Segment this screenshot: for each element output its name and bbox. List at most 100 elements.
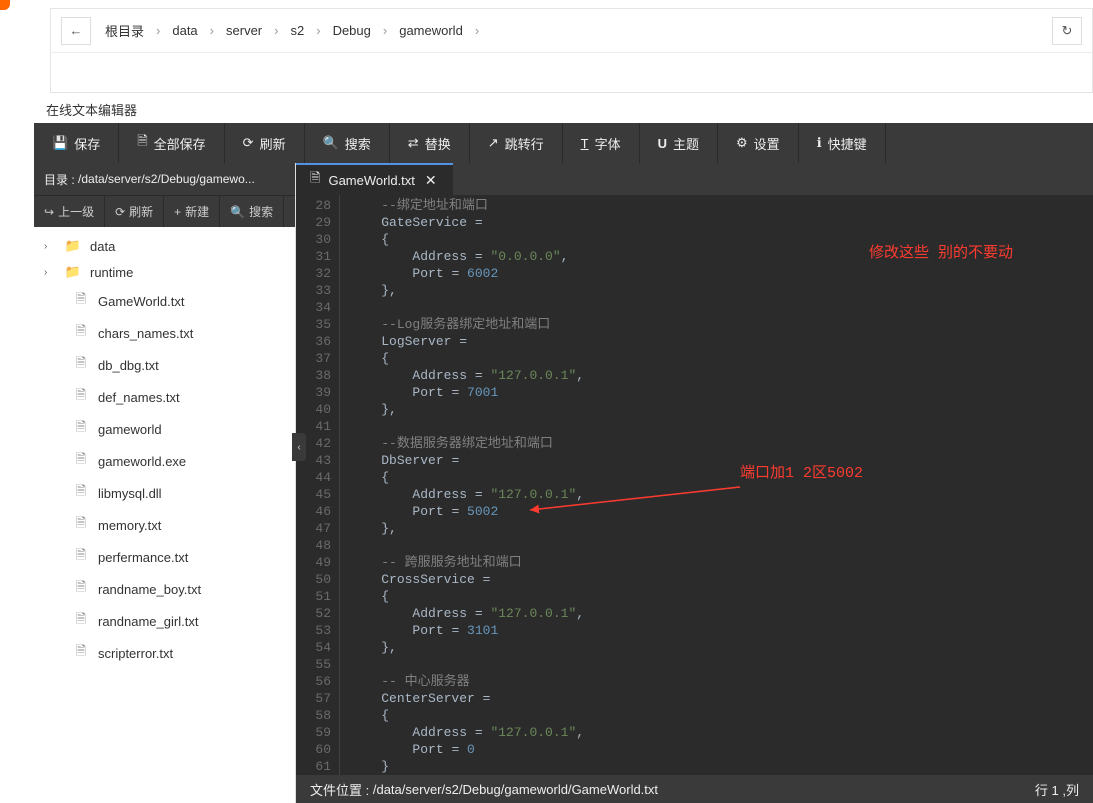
code-line[interactable]: --Log服务器绑定地址和端口 [350, 316, 1093, 333]
file-icon: 🗎 [310, 169, 320, 191]
chevron-right-icon: › [44, 267, 56, 278]
goto-button[interactable]: ↗跳转行 [470, 123, 563, 163]
collapse-sidebar-button[interactable]: ‹ [292, 433, 306, 461]
font-icon: T [581, 136, 589, 151]
tree-file[interactable]: 🗎randname_girl.txt [34, 605, 295, 637]
breadcrumb-item[interactable]: server [218, 23, 270, 38]
tree-file[interactable]: 🗎GameWorld.txt [34, 285, 295, 317]
replace-icon: ⇄ [408, 135, 419, 151]
tree-file[interactable]: 🗎scripterror.txt [34, 637, 295, 669]
code-line[interactable]: -- 跨服服务地址和端口 [350, 554, 1093, 571]
file-tree[interactable]: ›📁data›📁runtime🗎GameWorld.txt🗎chars_name… [34, 227, 295, 803]
theme-button[interactable]: U主题 [640, 123, 718, 163]
tree-label: randname_boy.txt [98, 582, 201, 597]
up-button[interactable]: ↪上一级 [34, 196, 105, 227]
code-line[interactable]: }, [350, 520, 1093, 537]
tree-file[interactable]: 🗎db_dbg.txt [34, 349, 295, 381]
code-line[interactable]: } [350, 758, 1093, 775]
code-line[interactable]: { [350, 469, 1093, 486]
refresh-button[interactable]: ⟳刷新 [225, 123, 305, 163]
tree-folder[interactable]: ›📁data [34, 233, 295, 259]
replace-label: 替换 [425, 134, 451, 153]
back-button[interactable]: ← [61, 17, 91, 45]
tab-gameworld[interactable]: 🗎 GameWorld.txt ✕ [296, 163, 453, 195]
code-line[interactable]: }, [350, 639, 1093, 656]
search-icon: 🔍 [323, 135, 339, 151]
code-editor[interactable]: 2829303132333435363738394041424344454647… [296, 195, 1093, 775]
tree-file[interactable]: 🗎chars_names.txt [34, 317, 295, 349]
tree-file[interactable]: 🗎gameworld [34, 413, 295, 445]
code-line[interactable]: -- 中心服务器 [350, 673, 1093, 690]
file-manager-top: ← 根目录› data› server› s2› Debug› gameworl… [50, 8, 1093, 93]
chevron-right-icon: › [208, 23, 216, 38]
code-line[interactable]: --数据服务器绑定地址和端口 [350, 435, 1093, 452]
side-panel: 目录 : /data/server/s2/Debug/gamewo... ↪上一… [34, 163, 296, 803]
code-line[interactable]: Port = 6002 [350, 265, 1093, 282]
file-icon: 🗎 [72, 482, 90, 504]
new-button[interactable]: +新建 [164, 196, 220, 227]
code-line[interactable]: Port = 3101 [350, 622, 1093, 639]
code-line[interactable]: { [350, 588, 1093, 605]
tree-file[interactable]: 🗎gameworld.exe [34, 445, 295, 477]
code-line[interactable] [350, 656, 1093, 673]
file-icon: 🗎 [72, 610, 90, 632]
code-line[interactable]: GateService = [350, 214, 1093, 231]
close-icon[interactable]: ✕ [423, 172, 439, 189]
gear-icon: ⚙ [736, 135, 748, 151]
tree-file[interactable]: 🗎memory.txt [34, 509, 295, 541]
refresh-button[interactable]: ↻ [1052, 17, 1082, 45]
refresh-tree-button[interactable]: ⟳刷新 [105, 196, 164, 227]
shortcut-button[interactable]: ℹ快捷键 [799, 123, 886, 163]
chevron-right-icon: › [314, 23, 322, 38]
search-tree-button[interactable]: 🔍搜索 [220, 196, 284, 227]
tree-label: gameworld [98, 422, 162, 437]
tree-file[interactable]: 🗎def_names.txt [34, 381, 295, 413]
chevron-right-icon: › [154, 23, 162, 38]
tree-file[interactable]: 🗎perfermance.txt [34, 541, 295, 573]
save-all-button[interactable]: 🗎全部保存 [119, 123, 224, 163]
save-button[interactable]: 💾保存 [34, 123, 119, 163]
tree-file[interactable]: 🗎libmysql.dll [34, 477, 295, 509]
code-line[interactable]: Address = "127.0.0.1", [350, 367, 1093, 384]
code-line[interactable]: Port = 5002 [350, 503, 1093, 520]
code-line[interactable]: Port = 7001 [350, 384, 1093, 401]
tree-label: perfermance.txt [98, 550, 188, 565]
tree-label: data [90, 239, 115, 254]
tree-label: db_dbg.txt [98, 358, 159, 373]
code-line[interactable] [350, 537, 1093, 554]
code-line[interactable]: Port = 0 [350, 741, 1093, 758]
refresh-label: 刷新 [260, 134, 286, 153]
code-line[interactable]: { [350, 707, 1093, 724]
goto-icon: ↗ [488, 135, 499, 151]
breadcrumb-item[interactable]: 根目录 [97, 21, 152, 40]
search-button[interactable]: 🔍搜索 [305, 123, 390, 163]
code-line[interactable] [350, 418, 1093, 435]
code-line[interactable]: }, [350, 282, 1093, 299]
replace-button[interactable]: ⇄ 替换 [390, 123, 470, 163]
font-button[interactable]: T字体 [563, 123, 640, 163]
code-line[interactable]: CenterServer = [350, 690, 1093, 707]
code-line[interactable]: Address = "127.0.0.1", [350, 724, 1093, 741]
code-line[interactable]: CrossService = [350, 571, 1093, 588]
code-line[interactable]: { [350, 350, 1093, 367]
code-content[interactable]: 修改这些 别的不要动 端口加1 2区5002 --绑定地址和端口 GateSer… [340, 195, 1093, 775]
tree-label: chars_names.txt [98, 326, 193, 341]
code-line[interactable]: LogServer = [350, 333, 1093, 350]
code-line[interactable]: --绑定地址和端口 [350, 197, 1093, 214]
tree-file[interactable]: 🗎randname_boy.txt [34, 573, 295, 605]
breadcrumb-item[interactable]: gameworld [391, 23, 471, 38]
search-icon: 🔍 [230, 205, 245, 219]
code-line[interactable] [350, 299, 1093, 316]
breadcrumb-item[interactable]: Debug [325, 23, 379, 38]
code-line[interactable]: DbServer = [350, 452, 1093, 469]
code-line[interactable]: Address = "127.0.0.1", [350, 605, 1093, 622]
tree-folder[interactable]: ›📁runtime [34, 259, 295, 285]
breadcrumb-item[interactable]: data [164, 23, 205, 38]
file-icon: 🗎 [72, 450, 90, 472]
breadcrumb-item[interactable]: s2 [282, 23, 312, 38]
workspace: 目录 : /data/server/s2/Debug/gamewo... ↪上一… [34, 163, 1093, 803]
theme-label: 主题 [673, 134, 699, 153]
settings-button[interactable]: ⚙设置 [718, 123, 799, 163]
code-line[interactable]: }, [350, 401, 1093, 418]
code-line[interactable]: Address = "127.0.0.1", [350, 486, 1093, 503]
